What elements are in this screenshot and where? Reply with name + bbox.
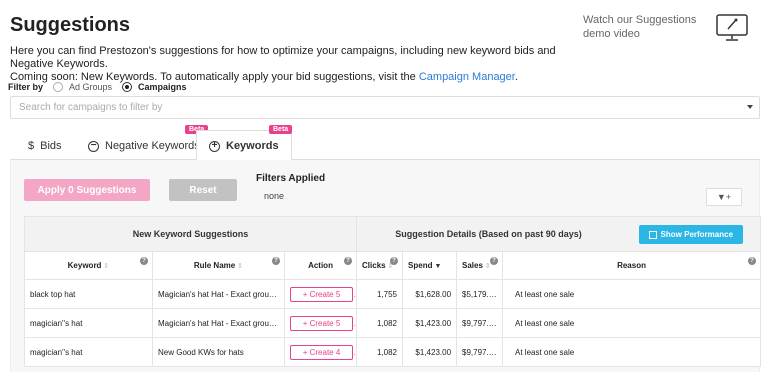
help-icon: ? xyxy=(390,257,399,265)
filter-by: Filter by Ad Groups Campaigns xyxy=(8,82,187,92)
apply-suggestions-button[interactable]: Apply 0 Suggestions xyxy=(24,179,150,201)
help-icon: ? xyxy=(490,257,499,265)
help-icon: ? xyxy=(140,257,148,265)
table-row: black top hat Magician's hat Hat - Exact… xyxy=(24,279,762,309)
add-filter-button[interactable]: ▼+ xyxy=(706,188,742,206)
help-icon: ? xyxy=(272,257,280,265)
show-performance-button[interactable]: Show Performance xyxy=(638,225,744,244)
group-header-new-keywords: New Keyword Suggestions xyxy=(23,216,358,252)
filters-applied-value: none xyxy=(264,191,285,201)
chevron-down-icon[interactable] xyxy=(747,105,753,109)
table-row: magician''s hat Magician's hat Hat - Exa… xyxy=(24,308,762,338)
group-header-suggestion-details: Suggestion Details (Based on past 90 day… xyxy=(356,216,762,252)
plus-circle-icon: + xyxy=(209,140,220,152)
campaign-search-input[interactable] xyxy=(11,97,721,118)
col-clicks[interactable]: Clicks ⇕? xyxy=(356,251,404,280)
radio-campaigns[interactable]: Campaigns xyxy=(122,82,187,92)
table-row: magician''s hat New Good KWs for hats + … xyxy=(24,337,762,367)
col-spend[interactable]: Spend ▼ xyxy=(402,251,458,280)
monitor-video-icon[interactable] xyxy=(716,14,748,42)
calculator-icon xyxy=(648,230,657,239)
create-button[interactable]: + Create 5 xyxy=(290,286,353,302)
tab-negative-keywords[interactable]: − Negative Keywords xyxy=(88,130,200,160)
filter-plus-icon: ▼+ xyxy=(716,192,732,202)
beta-badge: Beta xyxy=(269,125,293,134)
col-reason: Reason? xyxy=(502,251,762,280)
page-description: Here you can find Prestozon's suggestion… xyxy=(10,45,556,83)
create-button[interactable]: + Create 5 xyxy=(290,315,353,331)
col-action: Action? xyxy=(283,251,358,280)
help-icon: ? xyxy=(344,257,353,265)
col-keyword[interactable]: Keyword ⇕? xyxy=(24,251,153,280)
tab-keywords[interactable]: + Keywords xyxy=(196,130,292,160)
reset-button[interactable]: Reset xyxy=(169,179,237,201)
suggestion-tabs: $ Bids − Negative Keywords Beta + Keywor… xyxy=(10,125,760,160)
col-sales[interactable]: Sales ⇕? xyxy=(456,251,504,280)
filter-by-label: Filter by xyxy=(8,82,44,92)
page-title: Suggestions xyxy=(10,14,131,36)
minus-circle-icon: − xyxy=(88,140,99,152)
create-button[interactable]: + Create 4 xyxy=(290,344,353,360)
tab-bids[interactable]: $ Bids xyxy=(28,130,62,160)
keyword-suggestions-table: New Keyword Suggestions Suggestion Detai… xyxy=(23,216,762,367)
filters-applied-title: Filters Applied xyxy=(256,173,326,184)
demo-video-link[interactable]: Watch our Suggestions demo video xyxy=(583,13,708,41)
help-icon: ? xyxy=(748,257,757,265)
radio-ad-groups[interactable]: Ad Groups xyxy=(53,82,112,92)
campaign-manager-link[interactable]: Campaign Manager xyxy=(419,71,515,83)
campaign-filter-select[interactable] xyxy=(10,96,760,119)
dollar-icon: $ xyxy=(28,140,35,152)
col-rule-name[interactable]: Rule Name ⇕? xyxy=(152,251,285,280)
